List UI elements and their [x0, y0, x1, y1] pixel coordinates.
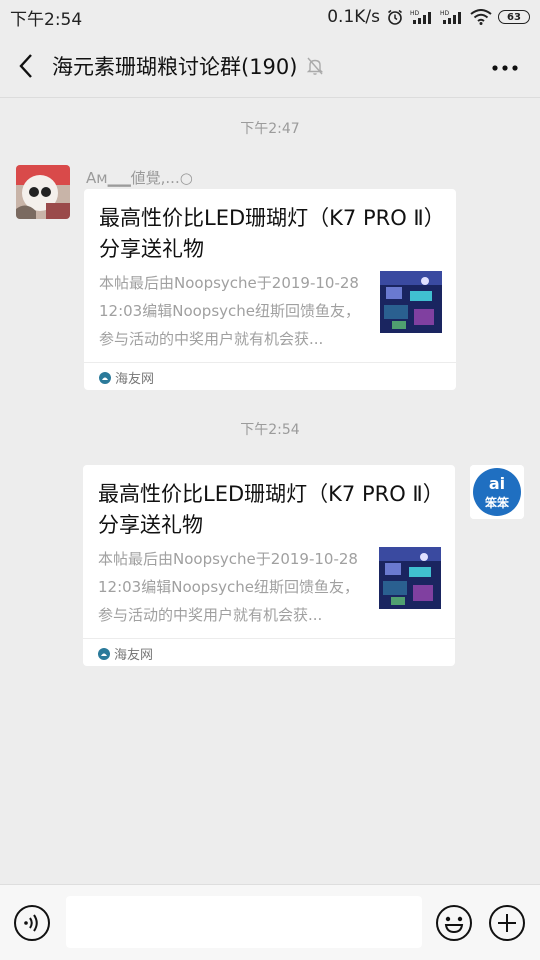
sender-name: Aм▁▁値覺,...○ — [86, 169, 193, 187]
card-source-label: 海友网 — [114, 648, 154, 663]
card-divider — [84, 362, 456, 363]
link-card[interactable]: 最高性价比LED珊瑚灯（K7 PRO Ⅱ）分享送礼物 本帖最后由Noopsych… — [84, 189, 456, 390]
message-timestamp: 下午2:47 — [240, 121, 300, 137]
avatar-logo-text-bottom: 笨笨 — [485, 495, 510, 510]
card-source: 海友网 — [98, 644, 153, 663]
svg-text:HD: HD — [440, 10, 450, 17]
back-button[interactable] — [0, 34, 52, 98]
status-bar: 下午2:54 0.1K/s HD HD 63 — [0, 0, 540, 34]
card-title: 最高性价比LED珊瑚灯（K7 PRO Ⅱ）分享送礼物 — [99, 206, 435, 261]
card-description: 本帖最后由Noopsyche于2019-10-2812:03编辑Noopsych… — [98, 550, 359, 624]
avatar-image — [16, 165, 70, 219]
status-indicators: 0.1K/s HD HD 63 — [327, 7, 530, 27]
emoji-button[interactable] — [435, 904, 473, 946]
signal-hd-1-icon: HD — [410, 9, 434, 25]
chat-header: 海元素珊瑚粮讨论群(190) — [0, 34, 540, 98]
input-bar — [0, 884, 540, 960]
card-description: 本帖最后由Noopsyche于2019-10-2812:03编辑Noopsych… — [99, 274, 360, 348]
network-speed: 0.1K/s — [327, 7, 380, 27]
card-source: 海友网 — [99, 368, 154, 387]
chevron-left-icon — [19, 53, 32, 78]
chat-title: 海元素珊瑚粮讨论群(190) — [52, 54, 298, 79]
plus-icon — [489, 905, 525, 941]
card-thumbnail — [379, 547, 441, 609]
status-time: 下午2:54 — [10, 9, 83, 30]
sender-avatar[interactable] — [16, 165, 70, 219]
message-timestamp: 下午2:54 — [240, 422, 300, 438]
more-options-button[interactable] — [492, 56, 518, 75]
mute-bell-icon — [305, 56, 325, 76]
link-card[interactable]: 最高性价比LED珊瑚灯（K7 PRO Ⅱ）分享送礼物 本帖最后由Noopsych… — [83, 465, 455, 666]
message-input[interactable] — [66, 896, 422, 948]
card-divider — [83, 638, 455, 639]
avatar-logo-text-top: ai — [489, 474, 505, 493]
source-logo-icon — [99, 371, 111, 384]
voice-icon — [14, 905, 50, 941]
battery-icon: 63 — [498, 10, 530, 24]
alarm-icon — [386, 8, 404, 26]
source-logo-icon — [98, 647, 110, 660]
wifi-icon — [470, 9, 492, 25]
card-thumbnail — [380, 271, 442, 333]
svg-text:HD: HD — [410, 10, 420, 17]
emoji-icon — [436, 905, 472, 941]
voice-button[interactable] — [13, 904, 51, 946]
card-title: 最高性价比LED珊瑚灯（K7 PRO Ⅱ）分享送礼物 — [98, 482, 434, 537]
more-features-button[interactable] — [488, 904, 526, 946]
more-dots-icon — [492, 65, 518, 71]
card-source-label: 海友网 — [115, 372, 155, 387]
self-avatar[interactable]: ai 笨笨 — [470, 465, 524, 519]
signal-hd-2-icon: HD — [440, 9, 464, 25]
self-avatar-logo: ai 笨笨 — [470, 465, 524, 519]
